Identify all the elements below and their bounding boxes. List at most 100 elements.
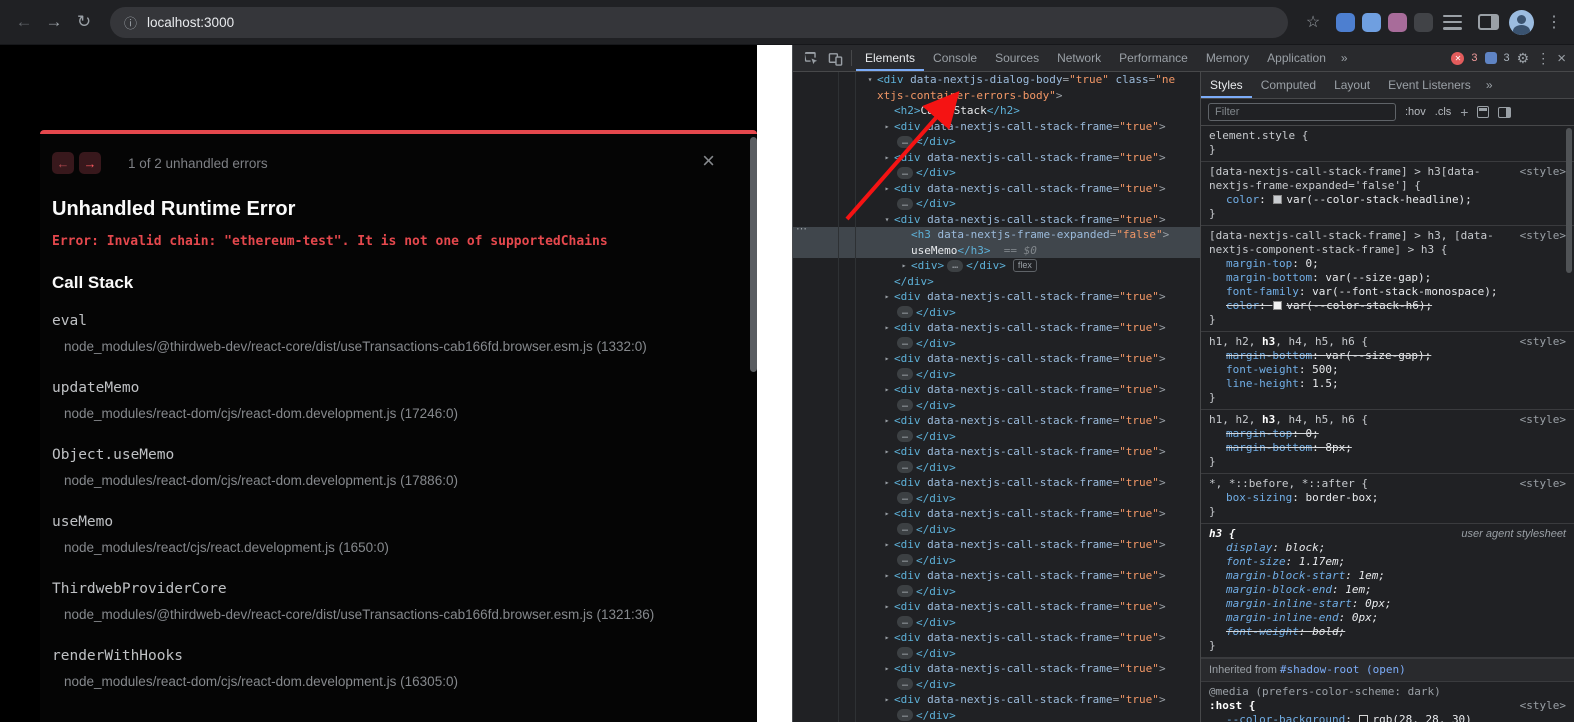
css-declaration[interactable]: margin-bottom: var(--size-gap); <box>1209 349 1566 363</box>
error-badge-icon[interactable]: ✕ <box>1451 52 1464 65</box>
error-count[interactable]: 3 <box>1471 52 1477 64</box>
sidebar-scrollbar[interactable] <box>1566 128 1572 273</box>
flex-badge[interactable]: flex <box>1013 259 1037 272</box>
css-declaration[interactable]: box-sizing: border-box; <box>1209 491 1566 505</box>
css-declaration[interactable]: color: var(--color-stack-headline); <box>1209 193 1566 207</box>
rule-origin-link[interactable]: <style> <box>1520 699 1566 713</box>
devtools-tabs: ElementsConsoleSourcesNetworkPerformance… <box>856 45 1335 71</box>
devtools-tab-elements[interactable]: Elements <box>856 45 924 71</box>
frame-source-path: node_modules/react/cjs/react.development… <box>64 540 731 555</box>
css-declaration[interactable]: margin-block-start: 1em; <box>1209 569 1566 583</box>
rule-close-brace: } <box>1209 455 1566 469</box>
devtools-tab-performance[interactable]: Performance <box>1110 45 1197 71</box>
reload-icon[interactable]: ↻ <box>70 8 98 36</box>
css-declaration[interactable]: margin-block-end: 1em; <box>1209 583 1566 597</box>
issues-icon[interactable] <box>1485 52 1497 64</box>
devtools-tab-console[interactable]: Console <box>924 45 986 71</box>
extension-icon[interactable] <box>1336 13 1355 32</box>
close-devtools-icon[interactable]: × <box>1557 50 1566 67</box>
site-info-icon[interactable]: ⓘ <box>124 13 137 32</box>
computed-sidebar-icon[interactable] <box>1498 107 1511 118</box>
rule-selector[interactable]: nextjs-frame-expanded='false'] { <box>1209 179 1566 193</box>
url-text[interactable]: localhost:3000 <box>147 15 234 30</box>
color-scheme-icon[interactable] <box>1477 106 1489 118</box>
devtools-tab-network[interactable]: Network <box>1048 45 1110 71</box>
devtools-tab-memory[interactable]: Memory <box>1197 45 1258 71</box>
rule-origin-link[interactable]: <style> <box>1520 335 1566 349</box>
devtools-menu-icon[interactable]: ⋮ <box>1536 50 1550 67</box>
next-error-button[interactable]: → <box>79 152 101 174</box>
styles-filter-input[interactable] <box>1208 103 1396 121</box>
frame-function-name: Object.useMemo <box>52 447 731 463</box>
extension-icon[interactable] <box>1362 13 1381 32</box>
sidebar-tab-computed[interactable]: Computed <box>1252 72 1325 98</box>
close-overlay-icon[interactable]: × <box>702 150 715 172</box>
issue-count[interactable]: 3 <box>1504 52 1510 64</box>
css-declaration[interactable]: --color-background: rgb(28, 28, 30) <box>1209 713 1566 722</box>
rule-selector[interactable]: element.style { <box>1209 129 1566 143</box>
rule-selector[interactable]: user agent stylesheeth3 { <box>1209 527 1566 541</box>
sidebar-tab-layout[interactable]: Layout <box>1325 72 1379 98</box>
css-declaration[interactable]: line-height: 1.5; <box>1209 377 1566 391</box>
css-declaration[interactable]: font-weight: bold; <box>1209 625 1566 639</box>
forward-icon[interactable]: → <box>40 8 68 36</box>
nextjs-error-dialog: ← → 1 of 2 unhandled errors × Unhandled … <box>40 130 757 722</box>
frame-source-path: node_modules/react-dom/cjs/react-dom.dev… <box>64 406 731 421</box>
bookmark-star-icon[interactable]: ☆ <box>1300 12 1326 32</box>
dialog-scrollbar[interactable] <box>750 137 757 372</box>
browser-menu-icon[interactable]: ⋮ <box>1544 12 1564 32</box>
rule-selector[interactable]: <style>:host { <box>1209 699 1566 713</box>
element-classes-button[interactable]: .cls <box>1435 106 1452 118</box>
new-style-rule-icon[interactable]: + <box>1460 104 1468 120</box>
rule-selector[interactable]: <style>[data-nextjs-call-stack-frame] > … <box>1209 229 1566 243</box>
list-extension-icon[interactable] <box>1443 15 1462 30</box>
css-declaration[interactable]: font-size: 1.17em; <box>1209 555 1566 569</box>
css-declaration[interactable]: margin-top: 0; <box>1209 257 1566 271</box>
rule-selector[interactable]: nextjs-component-stack-frame] > h3 { <box>1209 243 1566 257</box>
settings-gear-icon[interactable]: ⚙ <box>1517 50 1530 67</box>
color-swatch-icon[interactable] <box>1359 715 1368 722</box>
frame-function-name: eval <box>52 313 731 329</box>
rule-origin-link[interactable]: <style> <box>1520 477 1566 491</box>
rule-close-brace: } <box>1209 207 1566 221</box>
rule-selector[interactable]: <style>*, *::before, *::after { <box>1209 477 1566 491</box>
side-panel-icon[interactable] <box>1478 14 1499 30</box>
inspect-element-icon[interactable] <box>799 51 823 66</box>
sidebar-tab-styles[interactable]: Styles <box>1201 72 1252 98</box>
css-declaration[interactable]: color: var(--color-stack-h6); <box>1209 299 1566 313</box>
previous-error-button[interactable]: ← <box>52 152 74 174</box>
rule-origin-link[interactable]: <style> <box>1520 413 1566 427</box>
devtools-tab-sources[interactable]: Sources <box>986 45 1048 71</box>
css-declaration[interactable]: display: block; <box>1209 541 1566 555</box>
rule-selector[interactable]: <style>h1, h2, h3, h4, h5, h6 { <box>1209 335 1566 349</box>
toggle-element-state-button[interactable]: :hov <box>1405 106 1426 118</box>
css-declaration[interactable]: margin-inline-end: 0px; <box>1209 611 1566 625</box>
css-declaration[interactable]: margin-bottom: 8px; <box>1209 441 1566 455</box>
sidebar-tab-event-listeners[interactable]: Event Listeners <box>1379 72 1480 98</box>
rule-origin-link[interactable]: <style> <box>1520 165 1566 179</box>
node-options-icon[interactable]: ⋯ <box>796 222 807 235</box>
profile-avatar[interactable] <box>1509 10 1534 35</box>
shadow-root-link[interactable]: #shadow-root (open) <box>1280 663 1406 676</box>
css-declaration[interactable]: margin-bottom: var(--size-gap); <box>1209 271 1566 285</box>
devtools-tab-application[interactable]: Application <box>1258 45 1335 71</box>
css-declaration[interactable]: margin-top: 0; <box>1209 427 1566 441</box>
rule-selector[interactable]: <style>[data-nextjs-call-stack-frame] > … <box>1209 165 1566 179</box>
more-tabs-icon[interactable]: » <box>1335 51 1354 65</box>
rule-selector[interactable]: <style>h1, h2, h3, h4, h5, h6 { <box>1209 413 1566 427</box>
color-swatch-icon[interactable] <box>1273 195 1282 204</box>
address-bar[interactable]: ⓘ localhost:3000 <box>110 7 1288 38</box>
extension-icon[interactable] <box>1414 13 1433 32</box>
frame-function-name: renderWithHooks <box>52 648 731 664</box>
device-toolbar-icon[interactable] <box>823 51 847 66</box>
css-declaration[interactable]: font-family: var(--font-stack-monospace)… <box>1209 285 1566 299</box>
media-query: @media (prefers-color-scheme: dark) <box>1209 685 1566 699</box>
back-icon[interactable]: ← <box>10 8 38 36</box>
frame-function-name: updateMemo <box>52 380 731 396</box>
color-swatch-icon[interactable] <box>1273 301 1282 310</box>
rule-origin-link[interactable]: <style> <box>1520 229 1566 243</box>
extension-icon[interactable] <box>1388 13 1407 32</box>
css-declaration[interactable]: font-weight: 500; <box>1209 363 1566 377</box>
sidebar-more-tabs-icon[interactable]: » <box>1480 78 1499 92</box>
css-declaration[interactable]: margin-inline-start: 0px; <box>1209 597 1566 611</box>
